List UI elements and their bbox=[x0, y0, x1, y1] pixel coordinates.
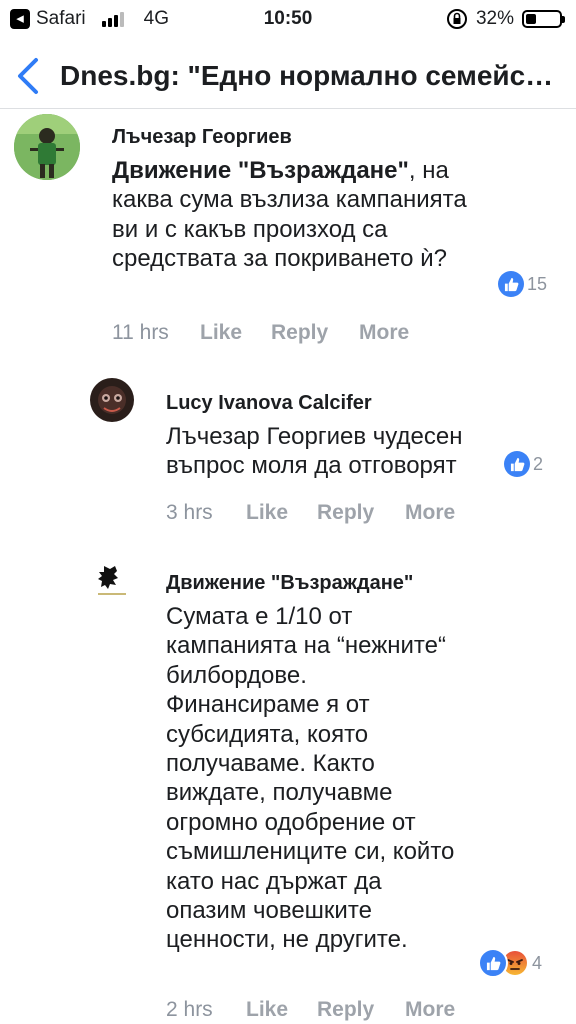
comment-time[interactable]: 3 hrs bbox=[166, 501, 246, 525]
mention-link[interactable]: Движение "Възраждане" bbox=[112, 157, 409, 184]
comment-time[interactable]: 2 hrs bbox=[166, 998, 246, 1022]
comment-time[interactable]: 11 hrs bbox=[112, 321, 200, 345]
reply-button[interactable]: Reply bbox=[317, 501, 405, 525]
comment-text: Сумата е 1/10 от кампанията на “нежните“… bbox=[166, 603, 455, 954]
status-bar: ◂ Safari 4G 10:50 32% bbox=[0, 0, 576, 38]
comment-text: Движение "Възраждане", на каква сума въз… bbox=[112, 156, 482, 274]
avatar[interactable] bbox=[90, 378, 134, 422]
comment-actions: 3 hrs Like Reply More bbox=[166, 501, 455, 525]
navigation-bar: Dnes.bg: "Едно нормално семейство..." bbox=[0, 44, 576, 109]
reply-button[interactable]: Reply bbox=[271, 321, 359, 345]
reaction-summary[interactable]: 2 bbox=[504, 451, 543, 477]
more-button[interactable]: More bbox=[405, 998, 455, 1022]
page-title: Dnes.bg: "Едно нормално семейство..." bbox=[60, 60, 565, 91]
like-reaction-icon bbox=[504, 451, 530, 477]
reaction-count: 2 bbox=[533, 453, 544, 474]
back-chevron-icon[interactable] bbox=[14, 56, 44, 96]
comment-text: Лъчезар Георгиев чудесен въпрос моля да … bbox=[166, 423, 463, 480]
battery-icon bbox=[522, 10, 565, 28]
like-reaction-icon bbox=[478, 948, 508, 978]
like-button[interactable]: Like bbox=[246, 501, 317, 525]
avatar[interactable] bbox=[90, 560, 134, 604]
reaction-count: 15 bbox=[527, 273, 548, 294]
avatar[interactable] bbox=[14, 114, 80, 180]
status-right: 32% bbox=[446, 8, 565, 30]
more-button[interactable]: More bbox=[359, 321, 409, 345]
like-button[interactable]: Like bbox=[200, 321, 271, 345]
like-reaction-icon bbox=[498, 271, 524, 297]
lion-logo-icon bbox=[90, 560, 134, 604]
comment-author[interactable]: Движение "Възраждане" bbox=[166, 572, 413, 595]
reaction-summary[interactable]: 4 bbox=[478, 948, 542, 978]
reply-button[interactable]: Reply bbox=[317, 998, 405, 1022]
battery-percent: 32% bbox=[475, 8, 514, 29]
more-button[interactable]: More bbox=[405, 501, 455, 525]
like-button[interactable]: Like bbox=[246, 998, 317, 1022]
orientation-lock-icon bbox=[446, 9, 467, 29]
reaction-count: 4 bbox=[532, 952, 543, 973]
comment-actions: 2 hrs Like Reply More bbox=[166, 998, 455, 1022]
comment-actions: 11 hrs Like Reply More bbox=[112, 321, 409, 345]
comment-author[interactable]: Лъчезар Георгиев bbox=[112, 126, 292, 149]
reaction-summary[interactable]: 15 bbox=[498, 271, 547, 297]
avatar-image bbox=[14, 114, 80, 180]
avatar-image bbox=[90, 378, 134, 422]
comment-author[interactable]: Lucy Ivanova Calcifer bbox=[166, 392, 372, 415]
